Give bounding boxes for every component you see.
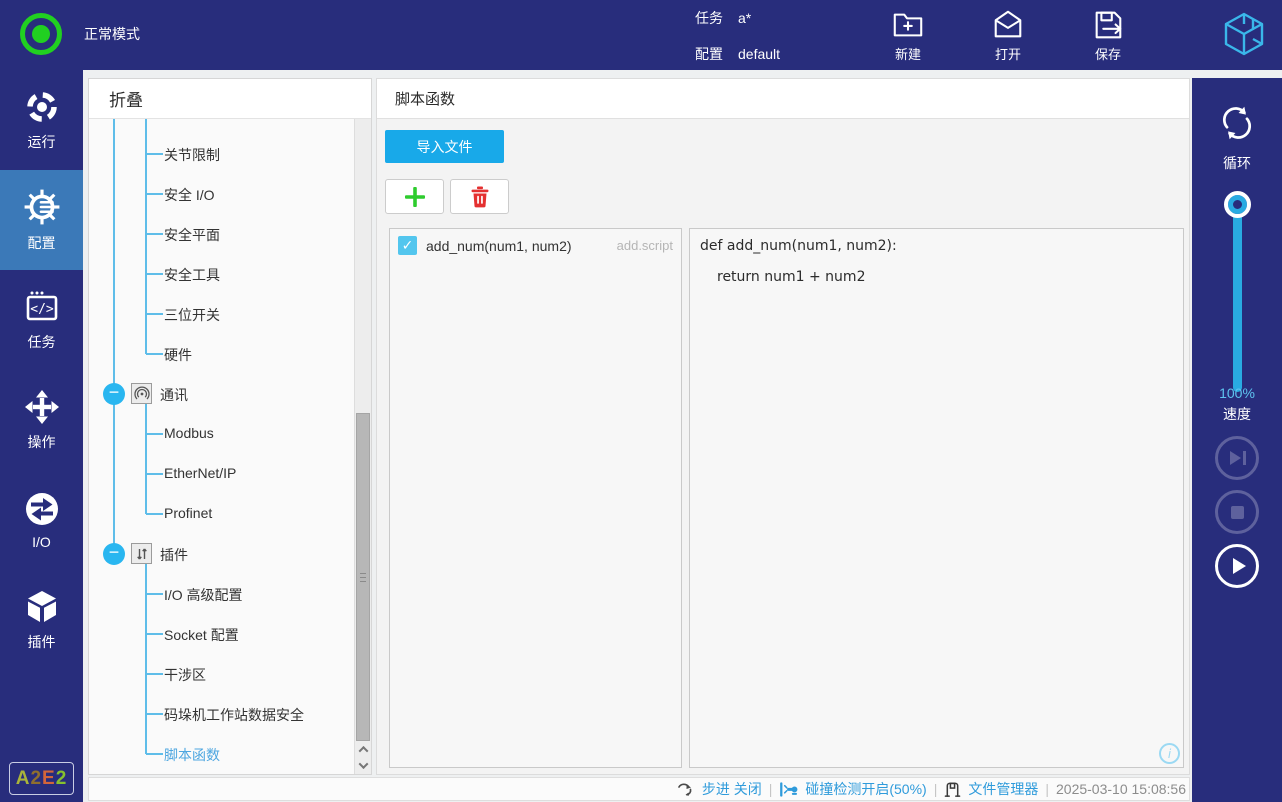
info-icon: i	[1159, 743, 1180, 764]
task-value: a*	[738, 10, 751, 27]
task-label: 任务	[695, 10, 723, 27]
file-manager-link[interactable]: 文件管理器	[968, 779, 1038, 799]
move-arrows-icon	[24, 389, 60, 425]
status-ok-icon	[20, 13, 62, 55]
nav-item-operate[interactable]: 操作	[0, 370, 83, 470]
collapse-header[interactable]: 折叠	[89, 79, 371, 119]
svg-text:</>: </>	[30, 302, 54, 317]
config-tree-panel: 折叠 关节限制 安全 I/O 安全平面 安全工具 三位开关 硬件 − 通讯	[88, 78, 372, 775]
loop-control[interactable]: 循环	[1192, 98, 1282, 173]
loop-label: 循环	[1192, 153, 1282, 173]
step-status[interactable]: 步进 关闭	[702, 779, 762, 799]
app-window: 正常模式 任务 a* 配置 default 新建	[0, 0, 1282, 802]
nav-item-plugin[interactable]: 插件	[0, 570, 83, 670]
nav-item-task[interactable]: </> 任务	[0, 270, 83, 370]
scroll-down-icon[interactable]	[355, 758, 371, 773]
tree-item-palletizer-data-safety[interactable]: 码垛机工作站数据安全	[89, 694, 353, 734]
code-line: def add_num(num1, num2):	[700, 238, 1173, 254]
nav-item-config[interactable]: 配置	[0, 170, 83, 270]
mode-label: 正常模式	[84, 24, 140, 44]
skip-icon	[1228, 451, 1246, 465]
save-button[interactable]: 保存	[1080, 8, 1136, 63]
tree-item-profinet[interactable]: Profinet	[89, 494, 353, 534]
nav-item-io[interactable]: I/O	[0, 470, 83, 570]
import-file-button[interactable]: 导入文件	[385, 130, 504, 163]
plus-icon	[403, 185, 427, 209]
config-tree: 关节限制 安全 I/O 安全平面 安全工具 三位开关 硬件 − 通讯 Modbu…	[89, 119, 371, 774]
collision-status[interactable]: 碰撞检测开启(50%)	[805, 779, 926, 799]
tree-item-plugin[interactable]: − 插件	[89, 534, 353, 574]
plugin-io-icon	[131, 543, 152, 564]
robot-mode-status: 正常模式	[20, 13, 140, 55]
tree-item-interference-zone[interactable]: 干涉区	[89, 654, 353, 694]
tree-item-hardware[interactable]: 硬件	[89, 334, 353, 374]
trash-icon	[470, 186, 490, 208]
loop-cycle-icon	[1216, 102, 1258, 144]
script-function-panel: 脚本函数 导入文件	[376, 78, 1190, 775]
antenna-icon	[131, 383, 152, 404]
cube-icon	[24, 589, 60, 625]
gear-icon	[23, 188, 61, 226]
open-file-icon	[991, 8, 1025, 42]
config-value: default	[738, 46, 780, 63]
page-title: 脚本函数	[377, 79, 1189, 119]
code-preview[interactable]: def add_num(num1, num2): return num1 + n…	[689, 228, 1184, 768]
tree-scrollbar[interactable]	[354, 119, 371, 774]
right-control-rail: 循环 100% 速度	[1192, 78, 1282, 802]
code-window-icon: </>	[24, 289, 60, 325]
collapse-toggle-icon[interactable]: −	[103, 383, 125, 405]
tree-item-ethernet-ip[interactable]: EtherNet/IP	[89, 454, 353, 494]
save-icon	[1091, 8, 1125, 42]
scroll-up-icon[interactable]	[355, 742, 371, 757]
new-button[interactable]: 新建	[880, 8, 936, 63]
stop-icon	[1231, 506, 1244, 519]
script-filename: add.script	[617, 238, 673, 253]
script-function-body: 导入文件 ✓	[377, 119, 1189, 774]
collision-detect-icon	[779, 780, 798, 799]
delete-function-button[interactable]	[450, 179, 509, 214]
collapse-toggle-icon[interactable]: −	[103, 543, 125, 565]
step-forward-button[interactable]	[1215, 436, 1259, 480]
tree-item-safety-tool[interactable]: 安全工具	[89, 254, 353, 294]
play-button[interactable]	[1215, 544, 1259, 588]
scrollbar-thumb[interactable]	[356, 413, 370, 741]
status-bar: 步进 关闭 | 碰撞检测开启(50%) | 文件管理器 | 2025-03-10…	[88, 777, 1190, 801]
task-config-block: 任务 a* 配置 default	[695, 10, 780, 82]
config-label: 配置	[695, 46, 723, 63]
brand-logo-cube-icon	[1220, 10, 1268, 58]
open-button[interactable]: 打开	[980, 8, 1036, 63]
tree-item-safety-plane[interactable]: 安全平面	[89, 214, 353, 254]
speed-slider-handle[interactable]	[1224, 191, 1251, 218]
file-manager-icon	[944, 781, 961, 798]
tree-item-communication[interactable]: − 通讯	[89, 374, 353, 414]
stop-button[interactable]	[1215, 490, 1259, 534]
step-mode-icon	[677, 780, 695, 798]
script-list-item[interactable]: ✓ add_num(num1, num2) add.script	[390, 229, 681, 262]
speed-percent: 100%	[1192, 385, 1282, 401]
left-nav-rail: 运行 配置	[0, 70, 83, 802]
tree-item-three-position-switch[interactable]: 三位开关	[89, 294, 353, 334]
new-file-icon	[891, 8, 925, 42]
version-badge: A2E2	[9, 762, 74, 795]
script-list: ✓ add_num(num1, num2) add.script	[389, 228, 682, 768]
topbar: 正常模式 任务 a* 配置 default 新建	[0, 0, 1282, 70]
play-icon	[1233, 558, 1246, 574]
tree-item-modbus[interactable]: Modbus	[89, 414, 353, 454]
datetime: 2025-03-10 15:08:56	[1056, 781, 1186, 797]
run-target-icon	[24, 89, 60, 125]
checkbox-checked-icon[interactable]: ✓	[398, 236, 417, 255]
tree-item-safety-io[interactable]: 安全 I/O	[89, 174, 353, 214]
topbar-actions: 新建 打开 保存	[880, 8, 1136, 63]
code-line: return num1 + num2	[700, 269, 1173, 285]
io-arrows-icon	[24, 491, 60, 527]
function-signature: add_num(num1, num2)	[426, 238, 608, 254]
speed-label: 速度	[1192, 404, 1282, 424]
tree-item-socket-config[interactable]: Socket 配置	[89, 614, 353, 654]
nav-item-run[interactable]: 运行	[0, 70, 83, 170]
add-function-button[interactable]	[385, 179, 444, 214]
tree-item-io-advanced[interactable]: I/O 高级配置	[89, 574, 353, 614]
tree-item-joint-limits[interactable]: 关节限制	[89, 134, 353, 174]
tree-item-script-function[interactable]: 脚本函数	[89, 734, 353, 774]
speed-slider-track[interactable]	[1233, 204, 1242, 392]
